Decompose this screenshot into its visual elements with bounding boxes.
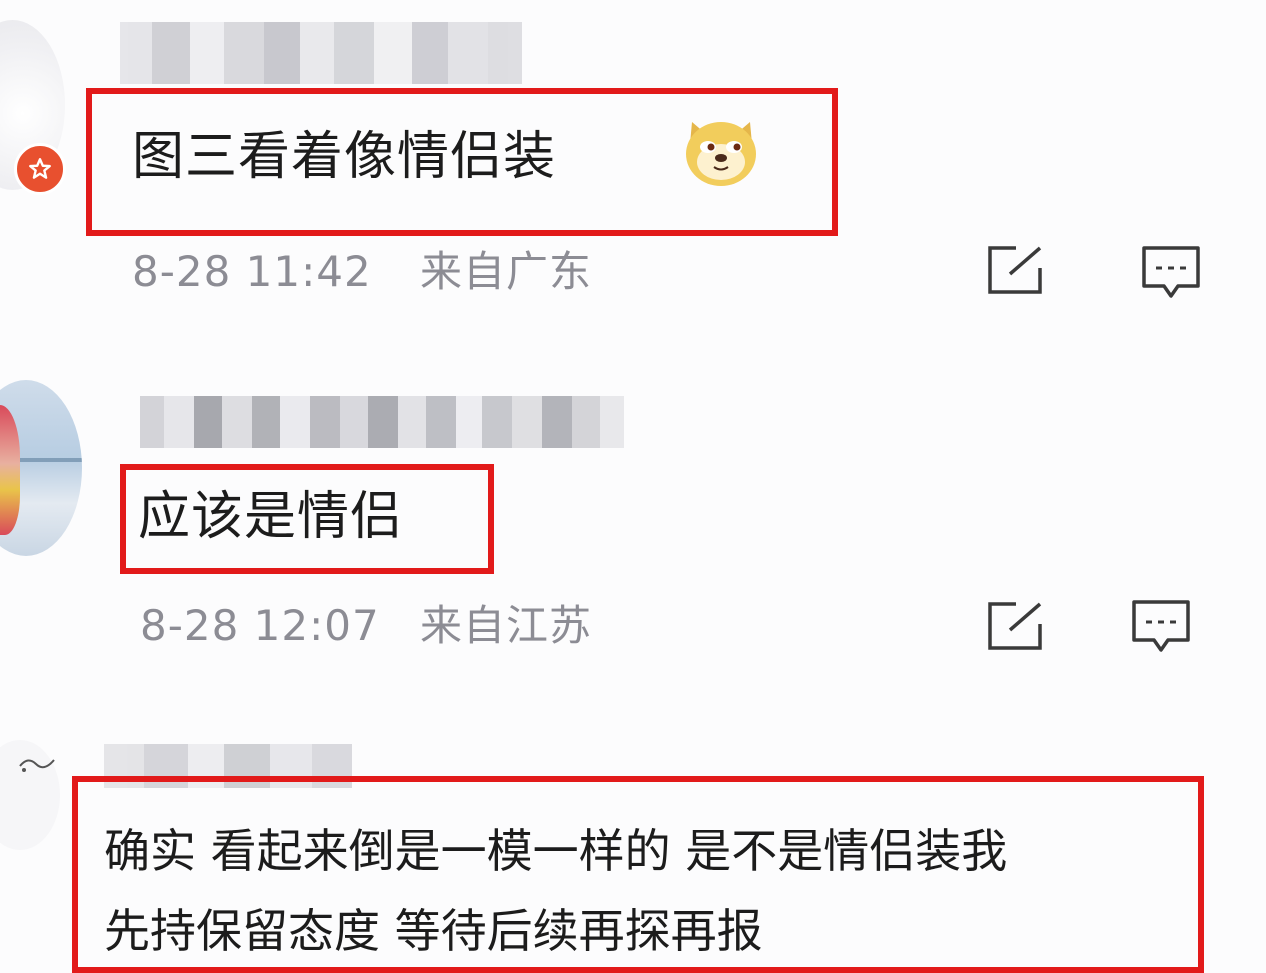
avatar-decoration bbox=[18, 752, 58, 780]
username-blurred[interactable] bbox=[140, 396, 624, 448]
comment-icon[interactable] bbox=[1140, 244, 1202, 302]
comment-time: 8-28 11:42 bbox=[132, 247, 372, 296]
comment-time: 8-28 12:07 bbox=[140, 601, 380, 650]
comment-text-line: 先持保留态度 等待后续再探再报 bbox=[104, 904, 763, 958]
comment-text-line: 确实 看起来倒是一模一样的 是不是情侣装我 bbox=[104, 824, 1008, 878]
comment-location: 来自广东 bbox=[420, 247, 593, 296]
share-icon[interactable] bbox=[986, 600, 1046, 652]
avatar[interactable] bbox=[0, 380, 82, 556]
star-badge-icon bbox=[14, 143, 66, 195]
share-icon[interactable] bbox=[986, 244, 1046, 296]
comment-text: 应该是情侣 bbox=[138, 487, 404, 547]
comment-location: 来自江苏 bbox=[420, 601, 593, 650]
comment-icon[interactable] bbox=[1130, 598, 1192, 656]
doge-emoji bbox=[682, 110, 760, 194]
comment-text: 图三看着像情侣装 bbox=[132, 127, 557, 187]
username-blurred[interactable] bbox=[120, 22, 522, 84]
